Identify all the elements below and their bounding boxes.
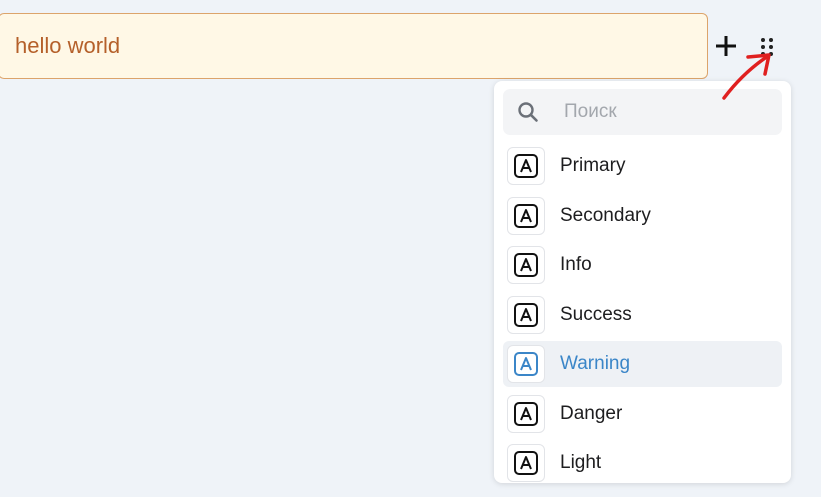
text-block-content[interactable]: hello world	[15, 33, 120, 59]
menu-item-light[interactable]: Light	[503, 440, 782, 483]
block-tunes-dropdown: Primary Secondary Info	[494, 81, 791, 483]
letter-a-icon	[507, 394, 545, 433]
menu-item-label: Info	[560, 254, 592, 275]
letter-a-icon	[507, 246, 545, 284]
menu-item-warning[interactable]: Warning	[503, 341, 782, 387]
menu-item-danger[interactable]: Danger	[503, 391, 782, 437]
menu-item-label: Success	[560, 303, 632, 325]
letter-a-icon	[507, 345, 545, 383]
letter-a-icon	[507, 147, 545, 185]
add-block-button[interactable]	[713, 33, 739, 59]
block-menu-handle[interactable]	[756, 35, 778, 59]
menu-item-secondary[interactable]: Secondary	[503, 193, 782, 239]
editor-canvas: hello world Поиск Primary Secondary Info…	[0, 0, 821, 497]
menu-item-success[interactable]: Success	[503, 292, 782, 338]
menu-item-label: Warning	[560, 353, 631, 374]
letter-a-icon	[507, 196, 545, 235]
menu-item-info[interactable]: Info	[503, 242, 782, 288]
search-icon	[516, 100, 540, 124]
menu-item-label: Light	[560, 452, 602, 473]
text-block[interactable]: hello world	[0, 13, 708, 79]
search-input[interactable]	[562, 100, 766, 124]
letter-a-icon	[507, 295, 545, 334]
menu-item-label: Danger	[560, 402, 623, 424]
menu-items-list: Primary Secondary Info Success Warning D…	[494, 143, 791, 483]
menu-item-primary[interactable]: Primary	[503, 143, 782, 189]
menu-item-label: Primary	[560, 155, 626, 176]
drag-handle-icon	[761, 38, 773, 56]
plus-icon	[716, 36, 736, 56]
menu-item-label: Secondary	[560, 204, 651, 226]
letter-a-icon	[507, 444, 545, 482]
search-field[interactable]	[503, 89, 782, 135]
